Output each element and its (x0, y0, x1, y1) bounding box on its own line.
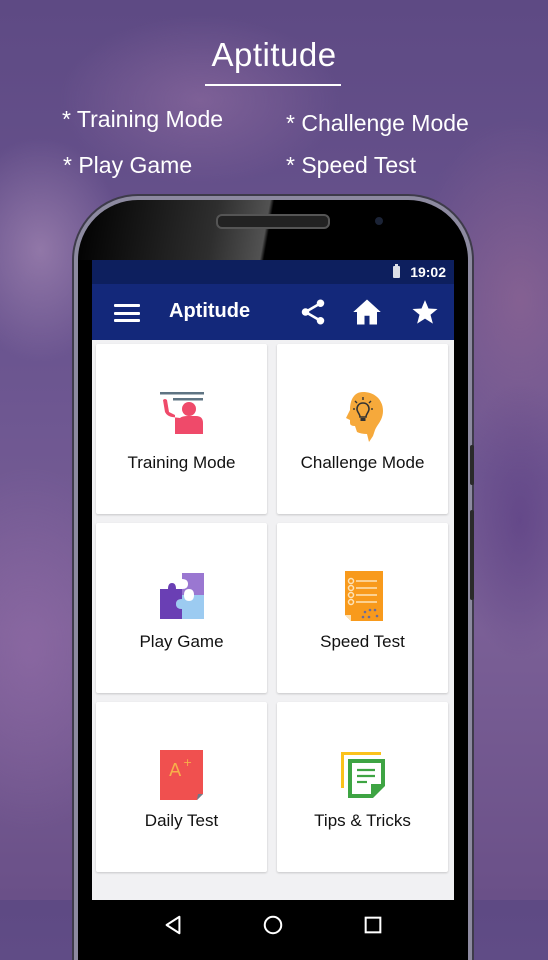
recent-apps-icon[interactable] (362, 914, 384, 936)
menu-card-label: Tips & Tricks (314, 811, 411, 830)
status-time: 19:02 (410, 264, 446, 280)
phone-gloss (78, 200, 468, 260)
head-lightbulb-icon (346, 392, 383, 442)
back-icon[interactable] (162, 914, 184, 936)
menu-card-daily-test[interactable]: A + Daily Test (96, 702, 267, 872)
promo-feature-speed-test: * Speed Test (286, 152, 417, 178)
menu-card-label: Daily Test (144, 811, 219, 830)
menu-card-label: Play Game (139, 632, 224, 651)
promo-title-underline (205, 84, 341, 86)
phone-camera (375, 217, 383, 225)
menu-card-tips-tricks[interactable]: Tips & Tricks (277, 702, 448, 872)
home-circle-icon[interactable] (262, 914, 284, 936)
a-plus-grade-icon: A + (160, 750, 203, 800)
puzzle-icon (160, 573, 204, 619)
phone-frame: 19:02 Aptitude Training Mode Challenge M… (78, 200, 474, 960)
checklist-document-icon (345, 571, 383, 621)
phone-volume-button (470, 510, 474, 600)
menu-grid: Training Mode Challenge Mode Play Game S… (92, 340, 454, 872)
promo-feature-play-game: * Play Game (63, 152, 193, 178)
app-screen: 19:02 Aptitude Training Mode Challenge M… (92, 260, 454, 900)
promo-feature-challenge: * Challenge Mode (286, 110, 469, 136)
menu-card-play-game[interactable]: Play Game (96, 523, 267, 693)
home-icon[interactable] (352, 297, 382, 327)
svg-text:+: + (183, 756, 192, 769)
app-bar: Aptitude (92, 284, 454, 340)
menu-card-speed-test[interactable]: Speed Test (277, 523, 448, 693)
menu-card-training-mode[interactable]: Training Mode (96, 344, 267, 514)
app-title: Aptitude (169, 300, 251, 322)
share-icon[interactable] (298, 297, 328, 327)
phone-side-button (470, 445, 474, 485)
promo-feature-training: * Training Mode (62, 106, 224, 132)
menu-icon[interactable] (114, 304, 140, 322)
phone-speaker (216, 214, 330, 229)
battery-icon (393, 264, 400, 278)
status-bar: 19:02 (92, 260, 454, 284)
menu-card-label: Challenge Mode (300, 453, 425, 472)
menu-card-challenge-mode[interactable]: Challenge Mode (277, 344, 448, 514)
teacher-board-icon (160, 392, 204, 434)
sticky-notes-icon (341, 752, 385, 798)
svg-text:A: A (169, 760, 182, 781)
promo-title: Aptitude (211, 36, 337, 73)
star-icon[interactable] (410, 297, 440, 327)
system-nav-bar (92, 900, 454, 950)
menu-card-label: Training Mode (127, 453, 236, 472)
menu-card-label: Speed Test (320, 632, 405, 651)
